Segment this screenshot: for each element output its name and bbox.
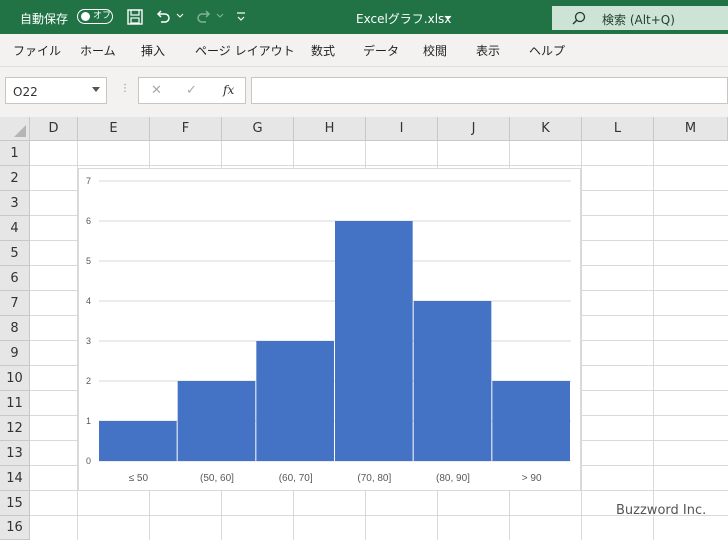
col-header[interactable]: H: [294, 117, 366, 141]
formula-buttons: ✕ ✓ fx: [138, 77, 246, 104]
gridline: [30, 165, 728, 166]
y-tick-label: 6: [86, 216, 91, 226]
search-label: 検索 (Alt+Q): [602, 13, 675, 27]
row-header[interactable]: 5: [0, 241, 30, 266]
row-header[interactable]: 12: [0, 416, 30, 441]
col-header[interactable]: F: [150, 117, 222, 141]
col-header[interactable]: I: [366, 117, 438, 141]
histogram-bar[interactable]: [413, 301, 492, 461]
enter-icon[interactable]: ✓: [186, 83, 197, 98]
y-tick-label: 3: [86, 336, 91, 346]
customize-toolbar-icon[interactable]: [236, 11, 246, 23]
x-tick-label: (80, 90]: [436, 473, 470, 484]
tab-insert[interactable]: 挿入: [141, 42, 165, 59]
tab-view[interactable]: 表示: [476, 42, 500, 59]
y-tick-label: 2: [86, 376, 91, 386]
select-all-corner[interactable]: [0, 117, 30, 141]
cancel-icon[interactable]: ✕: [151, 83, 162, 98]
tab-help[interactable]: ヘルプ: [529, 42, 565, 59]
search-icon: [572, 11, 586, 25]
tab-review[interactable]: 校閲: [423, 42, 447, 59]
row-header[interactable]: 9: [0, 341, 30, 366]
search-box[interactable]: 検索 (Alt+Q): [552, 6, 728, 30]
undo-dropdown-icon[interactable]: [176, 13, 184, 19]
watermark: Buzzword Inc.: [616, 503, 707, 518]
insert-function-icon[interactable]: fx: [223, 83, 234, 97]
name-box[interactable]: O22: [5, 77, 107, 104]
chart-svg: 0 1 2 3 4 5 6 7 ≤ 50 (50, 60] (60, 70] (70, 80] (80,…: [86, 176, 571, 484]
row-header[interactable]: 3: [0, 191, 30, 216]
row-header[interactable]: 2: [0, 166, 30, 191]
file-name: Excelグラフ.xlsx: [356, 12, 452, 26]
formula-bar-separator-icon: ⋮: [120, 83, 130, 94]
tab-formulas[interactable]: 数式: [311, 42, 335, 59]
filename-dropdown-icon[interactable]: [444, 15, 452, 21]
save-icon[interactable]: [127, 9, 143, 25]
histogram-bar[interactable]: [177, 381, 256, 461]
tab-home[interactable]: ホーム: [80, 42, 116, 59]
histogram-bar[interactable]: [99, 421, 177, 461]
name-box-value: O22: [13, 85, 38, 99]
autosave-toggle[interactable]: オフ: [77, 9, 113, 24]
chevron-down-icon[interactable]: [92, 87, 100, 93]
row-header[interactable]: 15: [0, 491, 30, 516]
x-tick-label: > 90: [522, 473, 542, 484]
row-header[interactable]: 8: [0, 316, 30, 341]
col-header[interactable]: L: [582, 117, 654, 141]
formula-bar: O22 ⋮ ✕ ✓ fx: [0, 67, 728, 117]
redo-dropdown-icon[interactable]: [216, 13, 224, 19]
y-tick-label: 5: [86, 256, 91, 266]
ribbon-tabs: ファイル ホーム 挿入 ページ レイアウト 数式 データ 校閲 表示 ヘルプ: [0, 34, 728, 67]
tab-data[interactable]: データ: [363, 42, 399, 59]
histogram-chart[interactable]: 0 1 2 3 4 5 6 7 ≤ 50 (50, 60] (60, 70] (70, 80] (80,…: [78, 168, 581, 491]
x-tick-label: (70, 80]: [357, 473, 391, 484]
row-header[interactable]: 6: [0, 266, 30, 291]
col-header[interactable]: M: [654, 117, 728, 141]
row-header[interactable]: 1: [0, 141, 30, 166]
x-tick-label: (50, 60]: [200, 473, 234, 484]
autosave-state: オフ: [93, 11, 112, 21]
x-tick-label: ≤ 50: [129, 473, 149, 484]
tab-file[interactable]: ファイル: [13, 42, 61, 59]
title-bar: 自動保存 オフ Excelグラフ.xlsx 検索 (Alt+Q): [0, 0, 728, 34]
col-header[interactable]: E: [78, 117, 150, 141]
formula-input[interactable]: [251, 77, 728, 104]
col-header[interactable]: K: [510, 117, 582, 141]
toggle-knob: [81, 12, 90, 21]
row-header[interactable]: 10: [0, 366, 30, 391]
y-tick-label: 0: [86, 456, 91, 466]
y-tick-label: 1: [86, 416, 91, 426]
histogram-bar[interactable]: [335, 221, 413, 461]
histogram-bar[interactable]: [492, 381, 570, 461]
undo-icon[interactable]: [155, 9, 171, 25]
tab-page-layout[interactable]: ページ レイアウト: [195, 42, 295, 59]
col-header[interactable]: J: [438, 117, 510, 141]
y-tick-label: 4: [86, 296, 91, 306]
row-header[interactable]: 14: [0, 466, 30, 491]
col-header[interactable]: G: [222, 117, 294, 141]
row-header[interactable]: 13: [0, 441, 30, 466]
row-header[interactable]: 7: [0, 291, 30, 316]
row-header[interactable]: 11: [0, 391, 30, 416]
y-tick-label: 7: [86, 176, 91, 186]
select-all-icon: [14, 125, 26, 137]
histogram-bar[interactable]: [256, 341, 334, 461]
row-header[interactable]: 16: [0, 516, 30, 540]
redo-icon[interactable]: [196, 9, 212, 25]
row-header[interactable]: 4: [0, 216, 30, 241]
x-tick-label: (60, 70]: [279, 473, 313, 484]
autosave-label: 自動保存: [20, 12, 69, 26]
col-header[interactable]: D: [30, 117, 78, 141]
